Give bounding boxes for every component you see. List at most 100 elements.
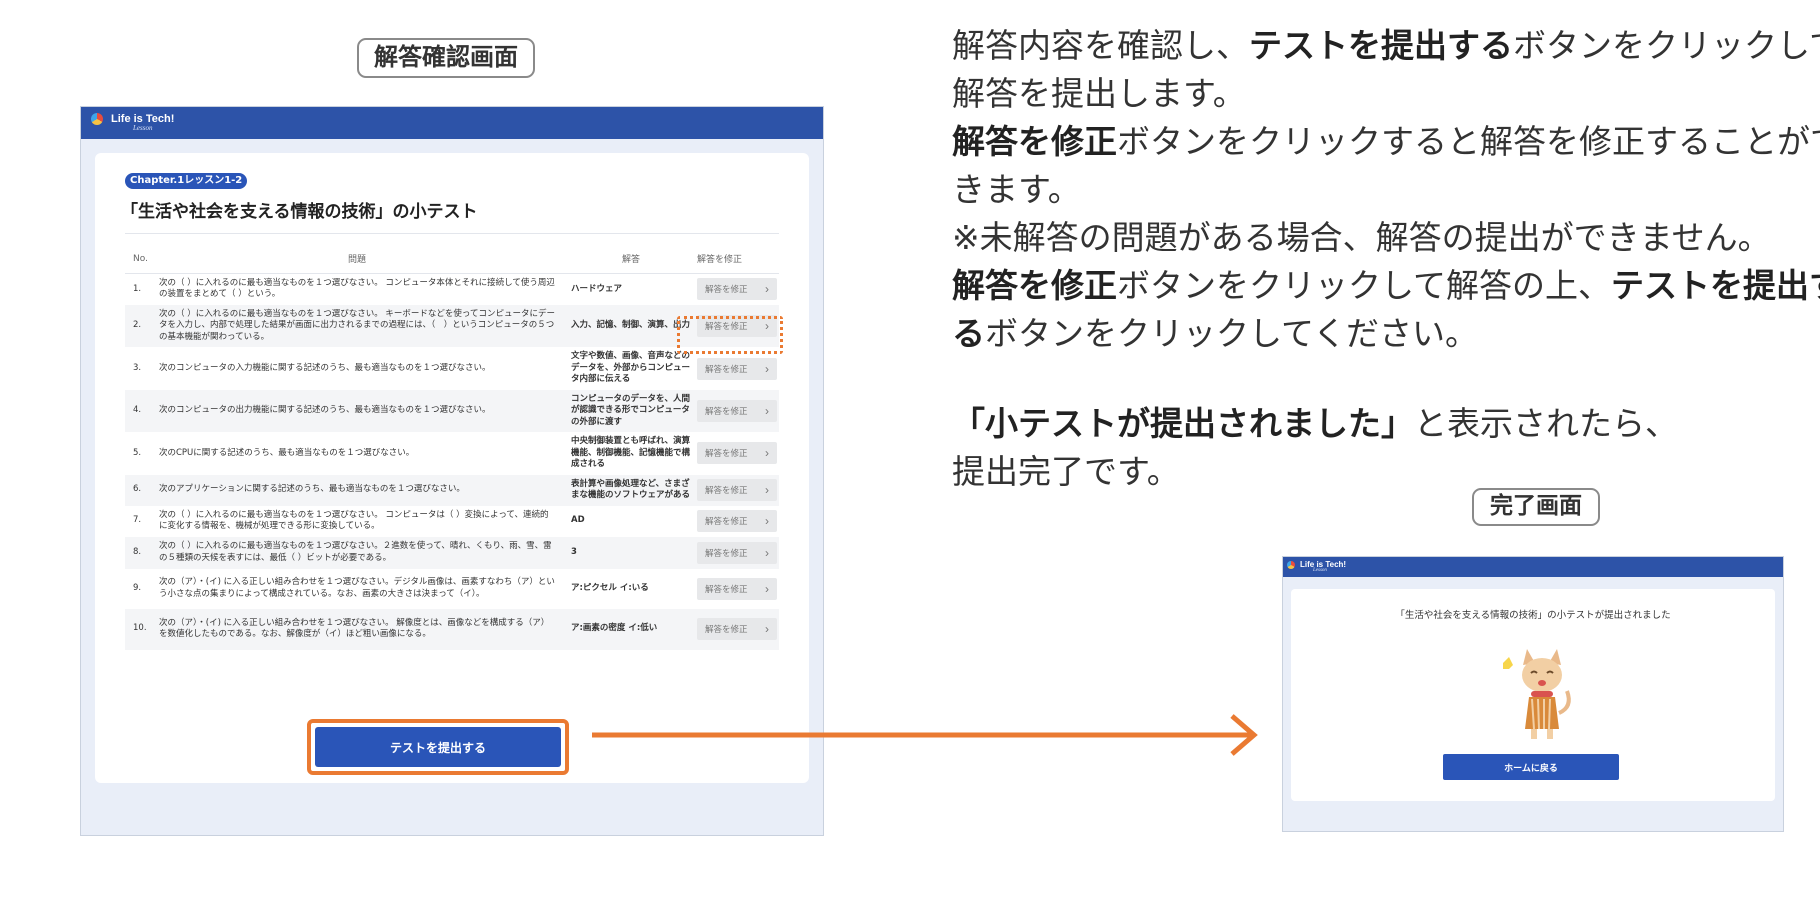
fix-answer-label: 解答を修正: [705, 516, 748, 527]
instruction-line-8: 「小テストが提出されました」と表示されたら、: [952, 404, 1678, 443]
row-question: 次の（ ）に入れるのに最も適当なものを１つ選びなさい。 コンピュータは（ ）変換…: [159, 509, 549, 532]
quiz-title: 「生活や社会を支える情報の技術」の小テスト: [121, 202, 478, 222]
instruction-line-5: ※未解答の問題がある場合、解答の提出ができません。: [952, 218, 1771, 257]
row-fix-cell: 解答を修正 ›: [697, 536, 779, 569]
submit-test-button[interactable]: テストを提出する: [315, 727, 561, 767]
row-answer: 3: [565, 536, 697, 569]
row-question: 次の（ ）に入れるのに最も適当なものを１つ選びなさい。 コンピュータ本体とそれに…: [159, 277, 555, 300]
chevron-right-icon: ›: [765, 404, 769, 419]
chevron-right-icon: ›: [765, 483, 769, 498]
row-number: 4.: [125, 389, 157, 433]
fix-answer-label: 解答を修正: [705, 448, 748, 459]
completion-panel: 「生活や社会を支える情報の技術」の小テストが提出されました ホームに戻る: [1291, 589, 1775, 801]
row-fix-cell: 解答を修正 ›: [697, 506, 779, 537]
complete-screen-caption: 完了画面: [1472, 488, 1600, 526]
instruction-line-1: 解答内容を確認し、テストを提出するボタンをクリックして: [952, 26, 1820, 65]
table-row: 5. 次のCPUに関する記述のうち、最も適当なものを１つ選びなさい。 中央制御装置と…: [125, 432, 779, 474]
instruction-line-4: きます。: [952, 170, 1081, 209]
row-answer: ア:ピクセル イ:いる: [571, 582, 649, 593]
fix-answer-button[interactable]: 解答を修正 ›: [697, 541, 777, 564]
app-header: Life is Tech! Lesson: [1283, 557, 1783, 577]
instruction-line-3: 解答を修正ボタンをクリックすると解答を修正することがで: [952, 122, 1820, 161]
arrow-icon: [592, 714, 1258, 756]
table-row: 8. 次の（ ）に入れるのに最も適当なものを１つ選びなさい。２進数を使って、晴れ、…: [125, 536, 779, 569]
chevron-right-icon: ›: [765, 581, 769, 596]
row-number: 8.: [125, 536, 157, 569]
completion-screenshot: Life is Tech! Lesson 「生活や社会を支える情報の技術」の小テ…: [1282, 556, 1784, 832]
row-question: 次のコンピュータの入力機能に関する記述のうち、最も適当なものを１つ選びなさい。: [159, 362, 491, 373]
instruction-line-9: 提出完了です。: [952, 452, 1180, 491]
row-number: 6.: [125, 474, 157, 506]
chevron-right-icon: ›: [765, 282, 769, 297]
fix-answer-label: 解答を修正: [705, 363, 748, 374]
table-row: 7. 次の（ ）に入れるのに最も適当なものを１つ選びなさい。 コンピュータは（ ）…: [125, 506, 779, 537]
fix-answer-label: 解答を修正: [705, 624, 748, 635]
confirm-screen-caption: 解答確認画面: [357, 38, 535, 78]
fix-answer-button[interactable]: 解答を修正 ›: [697, 618, 777, 641]
fix-answer-button[interactable]: 解答を修正 ›: [697, 510, 777, 533]
home-button[interactable]: ホームに戻る: [1443, 754, 1619, 780]
fix-answer-label: 解答を修正: [705, 485, 748, 496]
row-fix-cell: 解答を修正 ›: [697, 569, 779, 609]
row-number: 2.: [125, 305, 157, 348]
fix-button-highlight: [677, 316, 783, 354]
row-question: 次のCPUに関する記述のうち、最も適当なものを１つ選びなさい。: [159, 447, 415, 458]
row-fix-cell: 解答を修正 ›: [697, 273, 779, 305]
chevron-right-icon: ›: [765, 545, 769, 560]
row-question: 次の（ア）・(イ) に入る正しい組み合わせを１つ選びなさい。デジタル画像は、画素…: [159, 577, 555, 599]
chevron-right-icon: ›: [765, 514, 769, 529]
row-answer: 表計算や画像処理など、さまざまな機能のソフトウェアがある: [565, 474, 697, 506]
chevron-right-icon: ›: [765, 622, 769, 637]
row-answer: コンピュータのデータを、人間が認識できる形でコンピュータの外部に渡す: [565, 389, 697, 433]
header-no: No.: [125, 245, 157, 274]
row-number: 5.: [133, 447, 142, 458]
logo-sub: Lesson: [133, 124, 153, 132]
fix-answer-button[interactable]: 解答を修正 ›: [697, 400, 777, 423]
fix-answer-button[interactable]: 解答を修正 ›: [697, 278, 777, 301]
logo-sub: Lesson: [1313, 568, 1327, 573]
fix-answer-button[interactable]: 解答を修正 ›: [697, 442, 777, 465]
row-answer: 文字や数値、画像、音声などのデータを、外部からコンピュータ内部に伝える: [571, 351, 691, 385]
instruction-text: 解答内容を確認し、テストを提出するボタンをクリックして 解答を提出します。 解答…: [952, 22, 1820, 496]
chevron-right-icon: ›: [765, 361, 769, 376]
row-number: 9.: [133, 582, 142, 593]
completion-message: 「生活や社会を支える情報の技術」の小テストが提出されました: [1395, 610, 1671, 621]
chapter-tag: Chapter.1レッスン1-2: [125, 173, 248, 189]
row-fix-cell: 解答を修正 ›: [697, 432, 779, 474]
fix-answer-label: 解答を修正: [705, 406, 748, 417]
fix-answer-label: 解答を修正: [705, 284, 748, 295]
instruction-line-2: 解答を提出します。: [952, 74, 1246, 113]
instruction-line-6: 解答を修正ボタンをクリックして解答の上、テストを提出す: [952, 266, 1820, 305]
table-row: 1. 次の（ ）に入れるのに最も適当なものを１つ選びなさい。 コンピュータ本体とそ…: [125, 273, 779, 305]
row-question: 次の（ ）に入れるのに最も適当なものを１つ選びなさい。 キーボードなどを使ってコ…: [157, 305, 565, 348]
row-number: 1.: [133, 283, 142, 294]
table-row: 6. 次のアプリケーションに関する記述のうち、最も適当なものを１つ選びなさい。 表計…: [125, 474, 779, 506]
header-answer: 解答: [565, 245, 697, 274]
cat-mascot-icon: [1503, 649, 1571, 739]
row-fix-cell: 解答を修正 ›: [697, 608, 779, 650]
app-header: Life is Tech! Lesson: [81, 107, 823, 139]
row-answer: 中央制御装置とも呼ばれ、演算機能、制御機能、記憶機能で構成される: [571, 436, 691, 470]
chevron-right-icon: ›: [765, 446, 769, 461]
divider: [125, 233, 779, 234]
quiz-panel: Chapter.1レッスン1-2 「生活や社会を支える情報の技術」の小テスト N…: [95, 153, 809, 783]
row-question: 次の（ア）・(イ) に入る正しい組み合わせを１つ選びなさい。 解像度とは、画像な…: [157, 608, 565, 650]
table-row: 4. 次のコンピュータの出力機能に関する記述のうち、最も適当なものを１つ選びなさい…: [125, 389, 779, 433]
row-question: 次のコンピュータの出力機能に関する記述のうち、最も適当なものを１つ選びなさい。: [157, 389, 565, 433]
row-fix-cell: 解答を修正 ›: [697, 389, 779, 433]
fix-answer-label: 解答を修正: [705, 547, 748, 558]
fix-answer-button[interactable]: 解答を修正 ›: [697, 357, 777, 380]
row-answer: ハードウェア: [571, 283, 623, 294]
row-number: 7.: [133, 515, 142, 526]
fix-answer-label: 解答を修正: [705, 583, 748, 594]
fix-answer-button[interactable]: 解答を修正 ›: [697, 577, 777, 600]
row-fix-cell: 解答を修正 ›: [697, 474, 779, 506]
row-question: 次のアプリケーションに関する記述のうち、最も適当なものを１つ選びなさい。: [157, 474, 565, 506]
header-question: 問題: [157, 245, 565, 274]
table-row: 9. 次の（ア）・(イ) に入る正しい組み合わせを１つ選びなさい。デジタル画像は、…: [125, 569, 779, 609]
row-answer: AD: [571, 515, 585, 526]
fix-answer-button[interactable]: 解答を修正 ›: [697, 479, 777, 502]
logo-mark-icon: [1287, 560, 1295, 569]
logo-mark-icon: [91, 113, 103, 125]
question-table: No. 問題 解答 解答を修正 1. 次の（ ）に入れるのに最も適当なものを１つ選…: [125, 245, 779, 650]
